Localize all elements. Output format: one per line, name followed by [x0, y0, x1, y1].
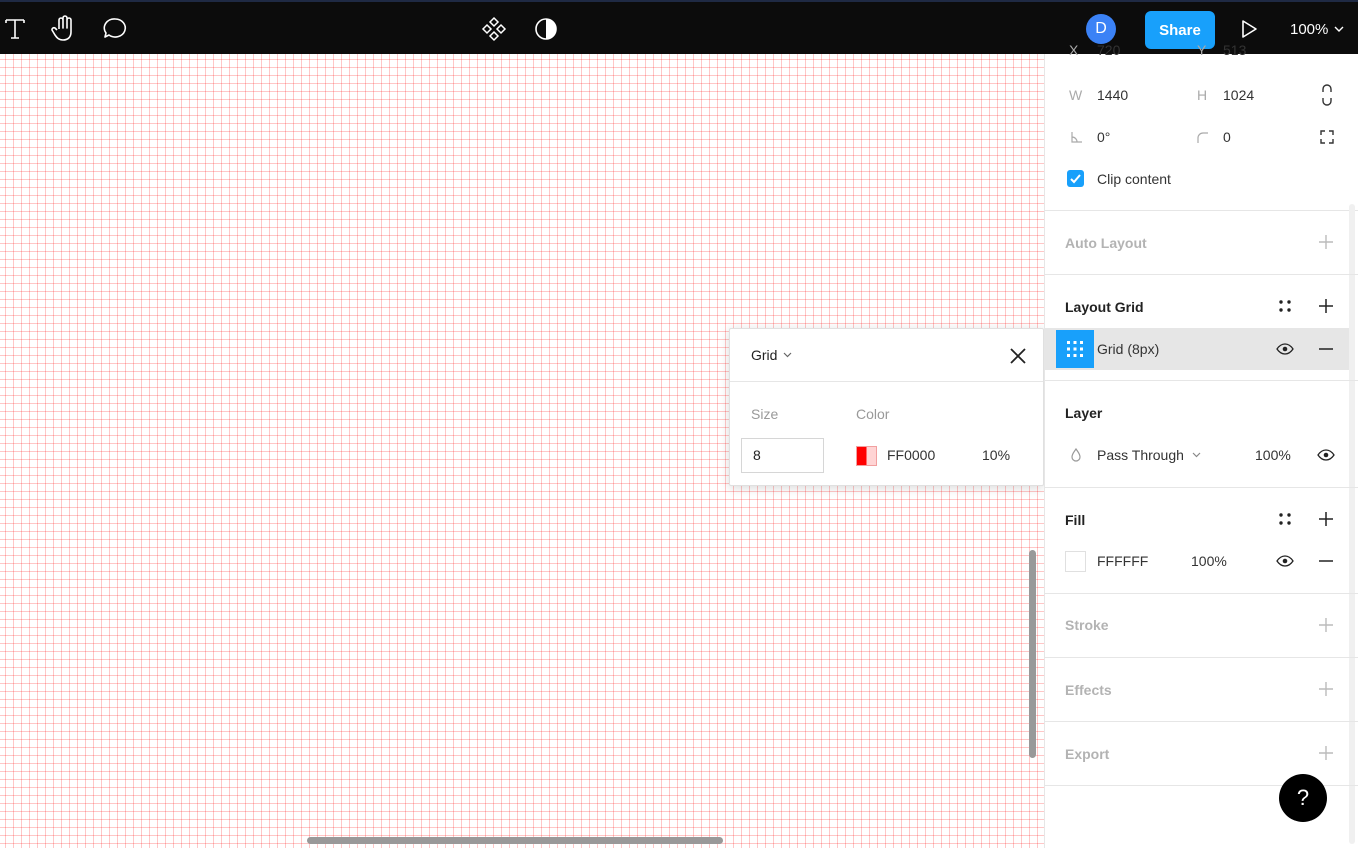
eye-icon[interactable] — [1274, 338, 1296, 360]
fill-opacity-value[interactable]: 100% — [1191, 553, 1227, 569]
fill-hex-value[interactable]: FFFFFF — [1097, 553, 1148, 569]
remove-grid-icon[interactable] — [1315, 338, 1337, 360]
canvas-horizontal-scrollbar[interactable] — [307, 837, 723, 844]
text-icon[interactable] — [0, 14, 30, 44]
divider — [1045, 380, 1358, 381]
w-label: W — [1069, 87, 1083, 103]
grid-settings-icon[interactable] — [1056, 330, 1094, 368]
component-icon[interactable] — [479, 14, 509, 44]
hand-icon[interactable] — [49, 14, 79, 44]
blend-mode-icon — [1065, 444, 1087, 466]
play-icon[interactable] — [1234, 14, 1264, 44]
add-auto-layout-icon[interactable] — [1315, 231, 1337, 253]
contrast-icon[interactable] — [531, 14, 561, 44]
x-value[interactable]: 720 — [1097, 42, 1120, 58]
grid-type-dropdown[interactable]: Grid — [751, 347, 792, 363]
zoom-dropdown[interactable]: 100% — [1290, 16, 1344, 42]
independent-corners-icon[interactable] — [1316, 126, 1338, 148]
divider — [1045, 487, 1358, 488]
zoom-label: 100% — [1290, 20, 1329, 38]
divider — [1045, 657, 1358, 658]
layout-grid-heading: Layout Grid — [1065, 299, 1144, 315]
help-button[interactable]: ? — [1279, 774, 1327, 822]
constrain-proportions-icon[interactable] — [1316, 84, 1338, 106]
chevron-down-icon — [1192, 452, 1201, 458]
add-effect-icon[interactable] — [1315, 678, 1337, 700]
height-value[interactable]: 1024 — [1223, 87, 1254, 103]
corner-radius-icon — [1191, 126, 1213, 148]
layer-opacity-value[interactable]: 100% — [1255, 447, 1291, 463]
canvas-vertical-scrollbar[interactable] — [1029, 550, 1036, 758]
close-icon[interactable] — [1007, 345, 1029, 367]
x-label: X — [1069, 42, 1079, 58]
auto-layout-heading: Auto Layout — [1065, 235, 1147, 251]
add-export-icon[interactable] — [1315, 742, 1337, 764]
grid-item-label: Grid (8px) — [1097, 341, 1160, 357]
properties-panel: X 720 Y 513 W 1440 H 1024 0° 0 Clip cont… — [1044, 42, 1358, 848]
grid-color-hex[interactable]: FF0000 — [887, 447, 935, 463]
add-layout-grid-icon[interactable] — [1315, 295, 1337, 317]
eye-icon[interactable] — [1315, 444, 1337, 466]
color-label: Color — [856, 406, 890, 422]
top-toolbar: D Share 100% — [0, 0, 1358, 54]
fill-color-swatch[interactable] — [1065, 551, 1086, 572]
layer-heading: Layer — [1065, 405, 1103, 421]
stroke-heading: Stroke — [1065, 617, 1109, 633]
grid-color-swatch[interactable] — [856, 446, 877, 466]
panel-scrollbar[interactable] — [1349, 204, 1355, 844]
fill-styles-icon[interactable] — [1274, 508, 1296, 530]
clip-content-label: Clip content — [1097, 171, 1171, 187]
rotation-icon — [1065, 126, 1087, 148]
comment-icon[interactable] — [100, 14, 130, 44]
add-stroke-icon[interactable] — [1315, 614, 1337, 636]
clip-content-checkbox[interactable] — [1067, 170, 1084, 187]
eye-icon[interactable] — [1274, 550, 1296, 572]
grid-styles-icon[interactable] — [1274, 295, 1296, 317]
blend-mode-dropdown[interactable]: Pass Through — [1097, 447, 1201, 463]
grid-type-label: Grid — [751, 347, 778, 363]
blend-mode-value: Pass Through — [1097, 447, 1184, 463]
width-value[interactable]: 1440 — [1097, 87, 1128, 103]
effects-heading: Effects — [1065, 682, 1112, 698]
remove-fill-icon[interactable] — [1315, 550, 1337, 572]
chevron-down-icon — [784, 352, 792, 358]
corner-radius-value[interactable]: 0 — [1223, 129, 1231, 145]
size-label: Size — [751, 406, 779, 422]
add-fill-icon[interactable] — [1315, 508, 1337, 530]
grid-color-opacity[interactable]: 10% — [982, 447, 1010, 463]
h-label: H — [1197, 87, 1208, 103]
divider — [1045, 593, 1358, 594]
grid-size-input[interactable]: 8 — [741, 438, 824, 473]
divider — [1045, 210, 1358, 211]
export-heading: Export — [1065, 746, 1110, 762]
fill-heading: Fill — [1065, 512, 1086, 528]
user-avatar[interactable]: D — [1086, 14, 1116, 44]
divider — [1045, 274, 1358, 275]
y-value[interactable]: 513 — [1223, 42, 1246, 58]
divider — [1045, 721, 1358, 722]
rotation-value[interactable]: 0° — [1097, 129, 1110, 145]
chevron-down-icon — [1334, 26, 1344, 32]
grid-settings-popover: Grid Size Color 8 FF0000 10% — [729, 328, 1044, 486]
y-label: Y — [1197, 42, 1207, 58]
popover-header: Grid — [730, 329, 1043, 382]
